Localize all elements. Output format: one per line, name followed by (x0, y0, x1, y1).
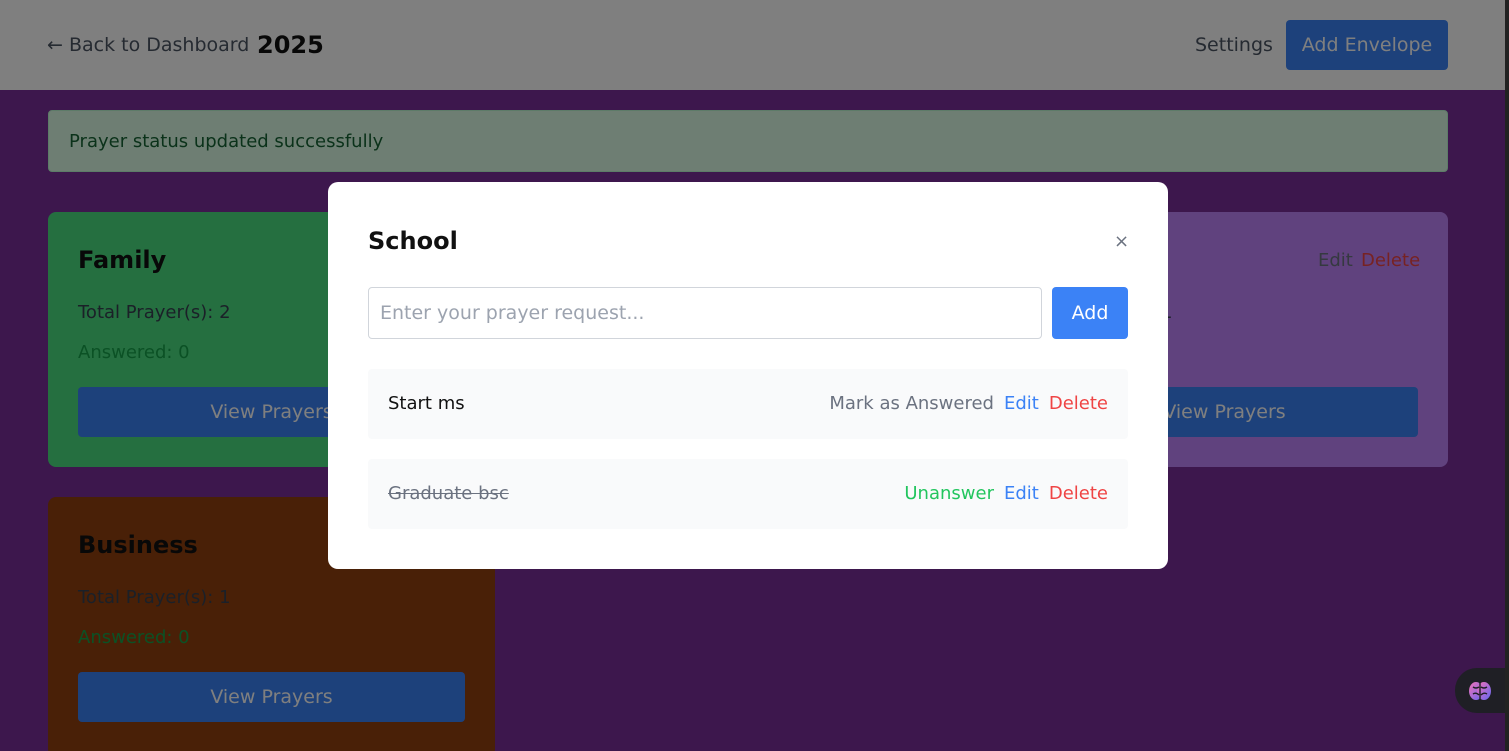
prayer-request-input[interactable] (368, 287, 1042, 339)
close-icon[interactable]: × (1114, 231, 1129, 252)
prayer-item: Start ms Mark as Answered Edit Delete (368, 369, 1128, 439)
prayer-item: Graduate bsc Unanswer Edit Delete (368, 459, 1128, 529)
mark-as-answered-button[interactable]: Mark as Answered (829, 393, 994, 414)
delete-prayer-button[interactable]: Delete (1049, 483, 1108, 504)
prayer-actions: Unanswer Edit Delete (904, 483, 1108, 504)
prayer-actions: Mark as Answered Edit Delete (829, 393, 1108, 414)
edit-prayer-button[interactable]: Edit (1004, 393, 1039, 414)
edit-prayer-button[interactable]: Edit (1004, 483, 1039, 504)
unanswer-button[interactable]: Unanswer (904, 483, 994, 504)
prayer-text: Start ms (388, 393, 465, 414)
prayer-text: Graduate bsc (388, 483, 509, 504)
add-prayer-button[interactable]: Add (1052, 287, 1128, 339)
brain-icon (1469, 681, 1491, 700)
envelope-modal: School × Add Start ms Mark as Answered E… (328, 182, 1168, 569)
modal-title: School (368, 227, 458, 255)
assistant-floating-button[interactable] (1455, 668, 1509, 713)
delete-prayer-button[interactable]: Delete (1049, 393, 1108, 414)
window-right-edge (1505, 0, 1509, 751)
